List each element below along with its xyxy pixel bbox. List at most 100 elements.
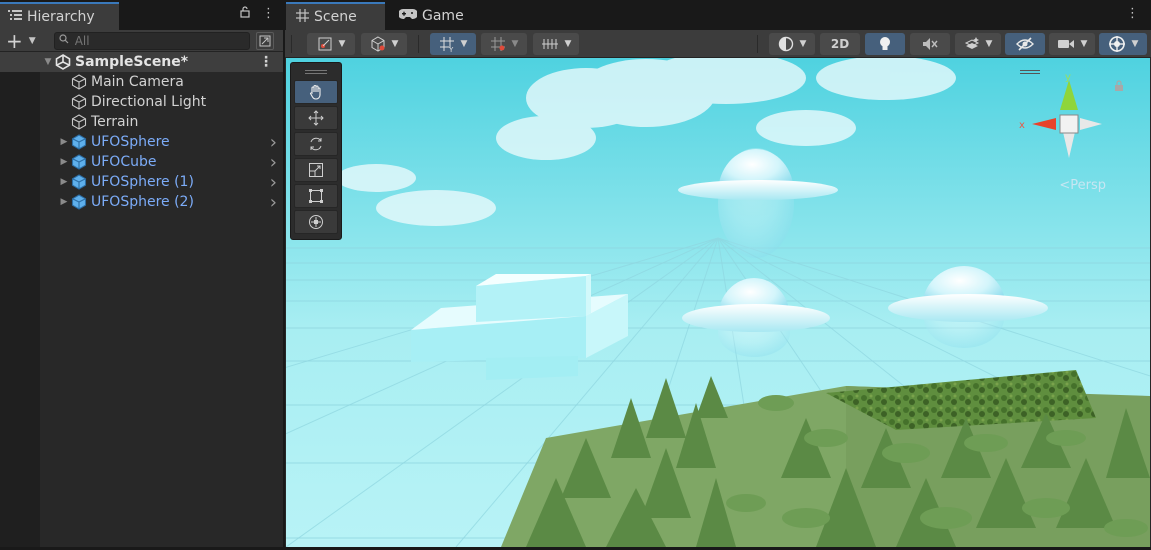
hierarchy-row-label: Main Camera [91, 74, 184, 90]
effects-dropdown[interactable]: ▼ [955, 33, 1001, 55]
grid-icon [296, 8, 309, 26]
gizmos-dropdown[interactable]: ▼ [1099, 33, 1147, 55]
draw-mode-dropdown[interactable]: ▼ [307, 33, 355, 55]
lighting-toggle[interactable] [865, 33, 905, 55]
incremental-snap-toggle[interactable]: ▼ [481, 33, 527, 55]
scale-icon [309, 163, 323, 177]
expand-arrow-icon[interactable]: ▶ [58, 177, 70, 187]
draw-shading-dropdown[interactable]: ▼ [769, 33, 815, 55]
transform-tool-button[interactable] [294, 210, 338, 234]
render-mode-dropdown[interactable]: ▼ [361, 33, 407, 55]
camera-settings-dropdown[interactable]: ▼ [1049, 33, 1095, 55]
camera-icon [1057, 40, 1074, 48]
scene-viewport[interactable]: y x <Persp [286, 58, 1150, 547]
expand-arrow-icon[interactable]: ▼ [42, 57, 54, 67]
gamepad-icon [398, 8, 418, 24]
hierarchy-tree: ▼ SampleScene* ⋮ Main Camera Directional … [0, 52, 283, 213]
gameobject-icon [70, 114, 88, 130]
gameobject-icon [70, 74, 88, 90]
search-input[interactable] [74, 33, 235, 48]
ruler-icon [541, 39, 558, 49]
move-icon [308, 110, 324, 126]
scene-tabbar: Scene Game ⋮ [285, 0, 1151, 30]
move-tool-button[interactable] [294, 106, 338, 130]
scene-row[interactable]: ▼ SampleScene* ⋮ [0, 52, 283, 72]
chevron-down-icon: ▼ [1080, 39, 1088, 49]
gizmo-y-label: y [1065, 72, 1071, 83]
persp-arrow-icon: < [1059, 178, 1071, 193]
projection-label[interactable]: <Persp [1059, 178, 1106, 193]
hierarchy-row-prefab[interactable]: ▶ UFOCube › [0, 152, 283, 173]
tool-palette [290, 62, 342, 240]
hierarchy-row-prefab[interactable]: ▶ UFOSphere › [0, 132, 283, 153]
chevron-down-icon: ▼ [985, 39, 993, 49]
prefab-icon [70, 154, 88, 170]
chevron-down-icon: ▼ [391, 39, 399, 49]
audio-mute-icon [923, 38, 938, 50]
scale-tool-button[interactable] [294, 158, 338, 182]
hierarchy-row-label: UFOCube [91, 154, 157, 170]
search-box [53, 31, 250, 50]
hierarchy-toolbar: + ▼ [0, 30, 283, 52]
palette-grip[interactable] [294, 66, 338, 78]
scene-visibility-toggle[interactable] [1005, 33, 1045, 55]
lock-icon[interactable] [240, 6, 250, 22]
shading-mode-icon [318, 37, 332, 51]
hierarchy-row-label: UFOSphere [91, 134, 170, 150]
prefab-icon [70, 194, 88, 210]
snap-settings-dropdown[interactable]: ▼ [533, 33, 579, 55]
hierarchy-row[interactable]: Main Camera [0, 72, 283, 92]
scene-kebab-icon[interactable]: ⋮ [259, 54, 273, 70]
unity-scene-icon [54, 54, 72, 70]
kebab-menu-icon[interactable]: ⋮ [262, 6, 275, 22]
expand-arrow-icon[interactable]: ▶ [58, 197, 70, 207]
rotate-tool-button[interactable] [294, 132, 338, 156]
layers-fx-icon [964, 37, 979, 49]
hierarchy-tabbar: Hierarchy ⋮ [0, 0, 283, 30]
expand-arrow-icon[interactable]: ▶ [58, 157, 70, 167]
transform-icon [309, 215, 323, 229]
hierarchy-row-prefab[interactable]: ▶ UFOSphere (2) › [0, 192, 283, 213]
tab-game[interactable]: Game [389, 2, 469, 30]
grid-snap-icon: Y [439, 37, 454, 52]
snap-grid-icon [490, 37, 505, 51]
hierarchy-row-label: Terrain [91, 114, 139, 130]
hierarchy-row-prefab[interactable]: ▶ UFOSphere (1) › [0, 172, 283, 193]
sphere-shaded-icon [778, 36, 793, 52]
gizmo-globe-icon [1108, 36, 1125, 52]
create-button[interactable]: + [6, 31, 23, 51]
audio-toggle[interactable] [910, 33, 950, 55]
eye-hidden-icon [1016, 37, 1034, 51]
open-prefab-chevron-icon[interactable]: › [270, 172, 277, 193]
search-options-button[interactable] [255, 31, 274, 50]
prefab-icon [70, 174, 88, 190]
list-icon [8, 9, 22, 25]
hierarchy-row-label: UFOSphere (1) [91, 174, 194, 190]
chevron-down-icon[interactable]: ▼ [29, 36, 36, 46]
hand-tool-button[interactable] [294, 80, 338, 104]
tab-game-label: Game [422, 8, 464, 24]
grid-snap-toggle[interactable]: Y ▼ [430, 33, 476, 55]
orientation-gizmo[interactable]: y x [1014, 70, 1124, 170]
toggle-2d-button[interactable]: 2D [820, 33, 860, 55]
chevron-down-icon: ▼ [564, 39, 572, 49]
scene-kebab-icon[interactable]: ⋮ [1126, 6, 1139, 21]
chevron-down-icon: ▼ [799, 39, 807, 49]
open-prefab-chevron-icon[interactable]: › [270, 192, 277, 213]
hierarchy-tab[interactable]: Hierarchy [0, 2, 119, 30]
tab-scene[interactable]: Scene [286, 2, 385, 30]
expand-arrow-icon[interactable]: ▶ [58, 137, 70, 147]
gizmo-x-label: x [1019, 120, 1025, 131]
hierarchy-row[interactable]: Directional Light [0, 92, 283, 112]
search-icon [59, 33, 71, 48]
rect-tool-button[interactable] [294, 184, 338, 208]
open-prefab-chevron-icon[interactable]: › [270, 132, 277, 153]
hand-icon [309, 84, 321, 100]
rotate-icon [310, 137, 322, 151]
hierarchy-row[interactable]: Terrain [0, 112, 283, 132]
lightbulb-icon [880, 37, 890, 50]
svg-text:Y: Y [448, 46, 454, 52]
open-prefab-chevron-icon[interactable]: › [270, 152, 277, 173]
chevron-down-icon: ▼ [460, 39, 468, 49]
scene-panel: Scene Game ⋮ ▼ ▼ Y ▼ ▼ ▼ ▼ 2D ▼ ▼ ▼ y x … [285, 0, 1151, 550]
